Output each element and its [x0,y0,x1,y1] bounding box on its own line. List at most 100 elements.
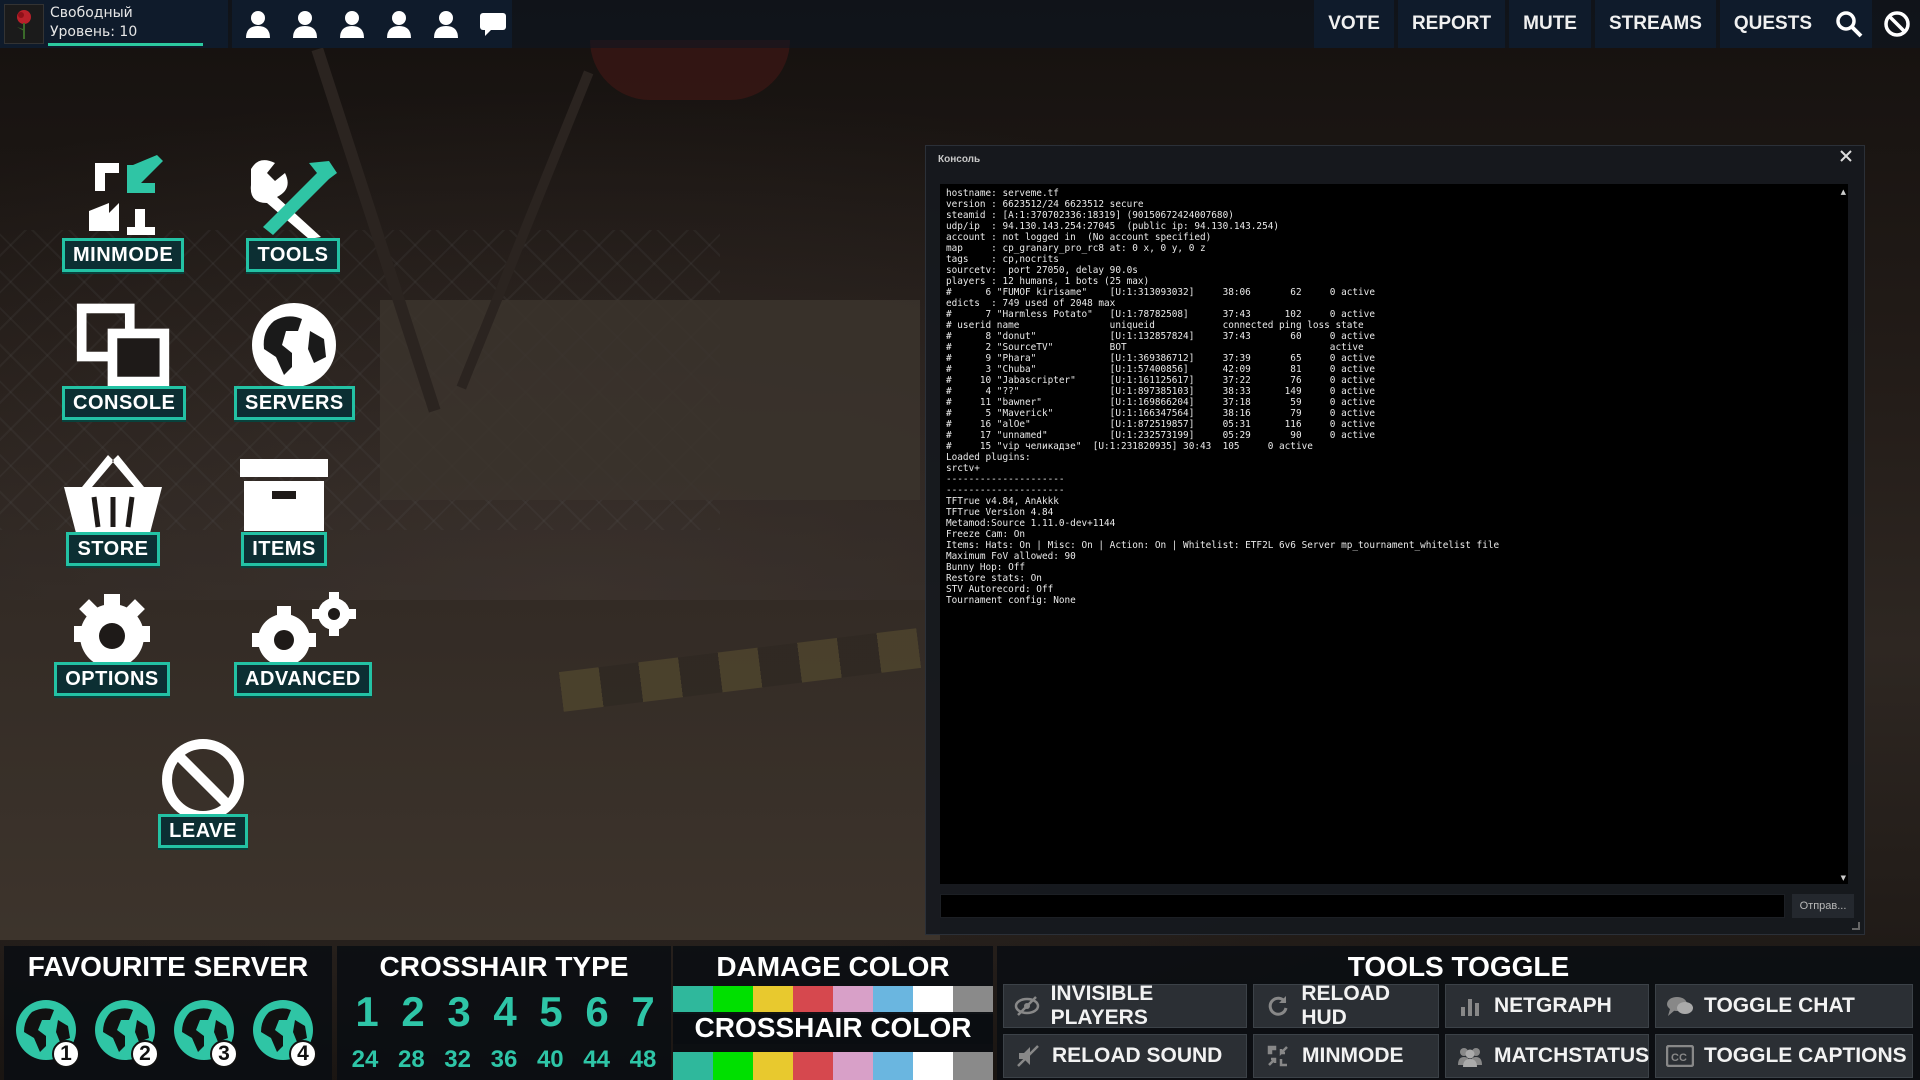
close-button[interactable] [1840,150,1852,166]
party-slot-3[interactable] [336,9,367,40]
box-icon [234,450,334,536]
color-swatch[interactable] [873,1052,913,1080]
netgraph-button[interactable]: NETGRAPH [1445,984,1649,1028]
servers-label: SERVERS [234,386,355,420]
crosshair-type-option[interactable]: 2 [393,988,433,1036]
eye-slash-icon [1014,992,1041,1020]
profile-panel[interactable]: Свободный Уровень: 10 [0,0,228,48]
reload-sound-button[interactable]: RELOAD SOUND [1003,1034,1247,1078]
favourite-server-1[interactable]: 1 [14,998,80,1068]
party-chat[interactable] [477,9,508,40]
favourite-server-number: 1 [52,1040,80,1068]
toggle-captions-button[interactable]: CC TOGGLE CAPTIONS [1655,1034,1913,1078]
party-slot-5[interactable] [430,9,461,40]
console-submit-button[interactable]: Отправ... [1792,894,1854,918]
matchstatus-button[interactable]: MATCHSTATUS [1445,1034,1649,1078]
crosshair-size-option[interactable]: 36 [482,1046,526,1074]
color-swatch[interactable] [913,986,953,1014]
avatar[interactable] [4,4,44,44]
crosshair-size-option[interactable]: 24 [343,1046,387,1074]
favourite-server-number: 3 [210,1040,238,1068]
tools-menu-button[interactable]: TOOLS [234,150,352,272]
crosshair-type-option[interactable]: 3 [439,988,479,1036]
color-swatch[interactable] [673,986,713,1014]
color-swatch[interactable] [833,1052,873,1080]
xp-progress-bar [48,43,203,46]
crosshair-type-option[interactable]: 1 [347,988,387,1036]
crosshair-type-title: CROSSHAIR TYPE [379,951,629,982]
color-swatch[interactable] [713,1052,753,1080]
reload-hud-button[interactable]: RELOAD HUD [1253,982,1439,1029]
toggle-captions-label: TOGGLE CAPTIONS [1704,1044,1907,1067]
color-swatch[interactable] [753,1052,793,1080]
items-menu-button[interactable]: ITEMS [234,450,334,566]
color-swatch[interactable] [953,1052,993,1080]
crosshair-size-option[interactable]: 40 [528,1046,572,1074]
advanced-label: ADVANCED [234,662,372,696]
crosshair-size-option[interactable]: 48 [621,1046,665,1074]
options-menu-button[interactable]: OPTIONS [54,590,170,696]
background-object [590,40,790,100]
crosshair-type-option[interactable]: 6 [577,988,617,1036]
crosshair-type-option[interactable]: 7 [623,988,663,1036]
profile-status: Свободный [50,5,133,21]
color-swatch[interactable] [673,1052,713,1080]
crosshair-type-option[interactable]: 5 [531,988,571,1036]
party-slot-2[interactable] [289,9,320,40]
console-command-input[interactable] [940,894,1785,918]
invisible-players-button[interactable]: INVISIBLE PLAYERS [1003,982,1247,1029]
console-menu-button[interactable]: CONSOLE [62,300,187,420]
disconnect-button[interactable] [1874,0,1920,48]
vote-button[interactable]: VOTE [1314,0,1394,48]
crosshair-size-option[interactable]: 32 [436,1046,480,1074]
console-output[interactable]: hostname: serveme.tf version : 6623512/2… [940,184,1848,884]
chat-icon [479,13,506,36]
refresh-icon [1264,992,1291,1020]
color-swatch[interactable] [953,986,993,1014]
search-button[interactable] [1826,0,1872,48]
scroll-down-icon[interactable]: ▼ [1841,874,1846,882]
tools-label: TOOLS [246,238,340,272]
crosshair-size-option[interactable]: 28 [389,1046,433,1074]
minmode-menu-button[interactable]: MINMODE [62,150,185,272]
party-slot-1[interactable] [242,9,273,40]
close-icon [1840,150,1852,162]
quests-button[interactable]: QUESTS [1719,0,1826,48]
scroll-up-icon[interactable]: ▲ [1841,188,1846,196]
toggle-chat-button[interactable]: TOGGLE CHAT [1655,984,1913,1028]
console-icon [74,300,174,390]
favourite-server-3[interactable]: 3 [172,998,238,1068]
options-label: OPTIONS [54,662,170,696]
report-button[interactable]: REPORT [1397,0,1506,48]
color-swatch[interactable] [873,986,913,1014]
mute-button[interactable]: MUTE [1509,0,1591,48]
color-swatch[interactable] [793,986,833,1014]
leave-menu-button[interactable]: LEAVE [145,738,261,848]
favourite-server-2[interactable]: 2 [93,998,159,1068]
color-swatch[interactable] [793,1052,833,1080]
resize-grip-icon[interactable] [1852,922,1860,930]
store-label: STORE [66,532,160,566]
color-swatch[interactable] [833,986,873,1014]
crosshair-size-option[interactable]: 44 [575,1046,619,1074]
toggle-chat-label: TOGGLE CHAT [1704,994,1855,1017]
favourite-server-4[interactable]: 4 [251,998,317,1068]
background-building [380,300,920,500]
crosshair-type-option[interactable]: 4 [485,988,525,1036]
bar-chart-icon [1456,992,1484,1020]
reload-hud-label: RELOAD HUD [1301,982,1390,1029]
color-swatch[interactable] [913,1052,953,1080]
minmode-toggle-button[interactable]: MINMODE [1253,1034,1439,1078]
console-window[interactable]: Консоль hostname: serveme.tf version : 6… [925,145,1865,935]
streams-button[interactable]: STREAMS [1594,0,1716,48]
color-swatch[interactable] [753,986,793,1014]
party-slot-4[interactable] [383,9,414,40]
tools-icon [234,150,352,242]
advanced-menu-button[interactable]: ADVANCED [234,590,372,696]
crosshair-size-options: 24 28 32 36 40 44 48 [343,1046,665,1074]
minmode-label: MINMODE [62,238,185,272]
servers-menu-button[interactable]: SERVERS [234,300,355,420]
store-menu-button[interactable]: STORE [58,450,168,566]
color-swatch[interactable] [713,986,753,1014]
favourite-server-number: 2 [131,1040,159,1068]
